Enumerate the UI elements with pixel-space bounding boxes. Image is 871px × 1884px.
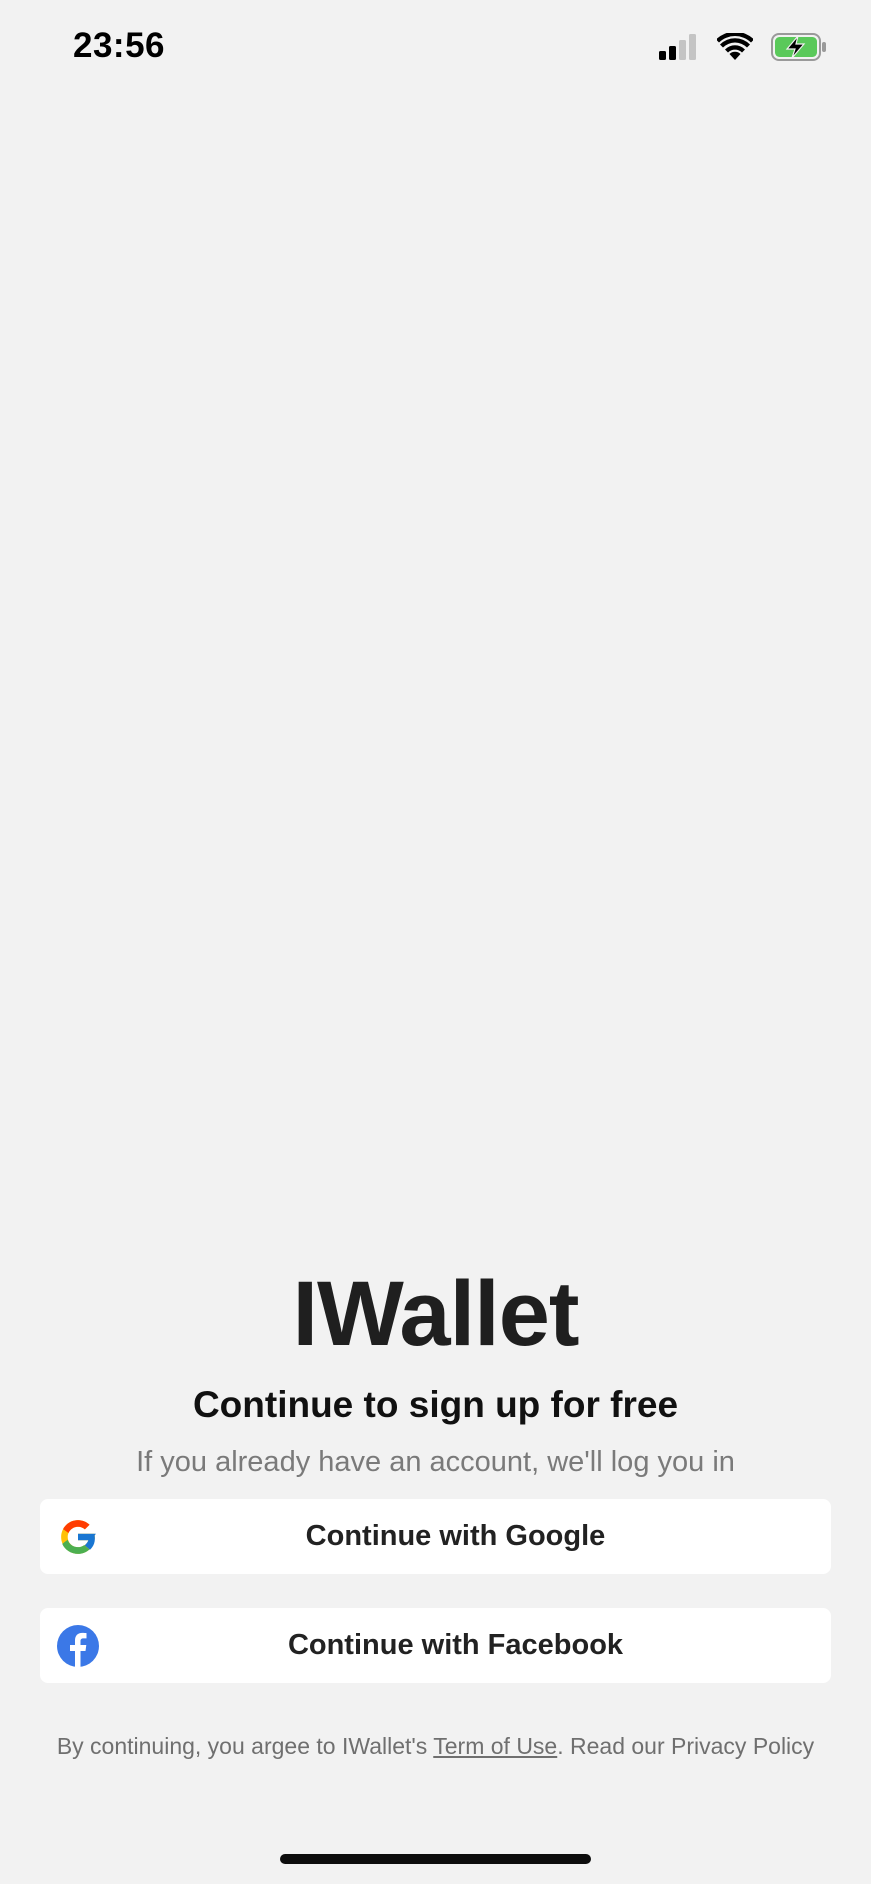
- signup-headline: Continue to sign up for free: [192, 1384, 679, 1425]
- legal-text: By continuing, you argee to IWallet's Te…: [0, 1733, 871, 1760]
- facebook-icon: [56, 1624, 100, 1668]
- signup-subline: If you already have an account, we'll lo…: [136, 1446, 735, 1478]
- legal-prefix: By continuing, you argee to IWallet's: [56, 1733, 434, 1759]
- app-title: IWallet: [292, 1263, 579, 1365]
- home-indicator[interactable]: [280, 1854, 591, 1864]
- wifi-icon: [717, 33, 753, 61]
- facebook-button-label: Continue with Facebook: [287, 1629, 624, 1661]
- continue-with-google-button[interactable]: Continue with Google: [40, 1499, 831, 1574]
- google-icon: [56, 1515, 100, 1559]
- legal-suffix: . Read our Privacy Policy: [557, 1733, 815, 1759]
- continue-with-facebook-button[interactable]: Continue with Facebook: [40, 1608, 831, 1683]
- status-icons: [659, 30, 827, 64]
- google-button-label: Continue with Google: [305, 1520, 606, 1552]
- status-time: 23:56: [73, 26, 166, 65]
- terms-of-use-link[interactable]: Term of Use: [433, 1733, 557, 1759]
- battery-charging-icon: [771, 33, 827, 61]
- status-bar: 23:56: [0, 0, 871, 96]
- login-screen: 23:56 IWallet Continue to sign up for fr…: [0, 0, 871, 1884]
- cellular-signal-icon: [659, 34, 699, 60]
